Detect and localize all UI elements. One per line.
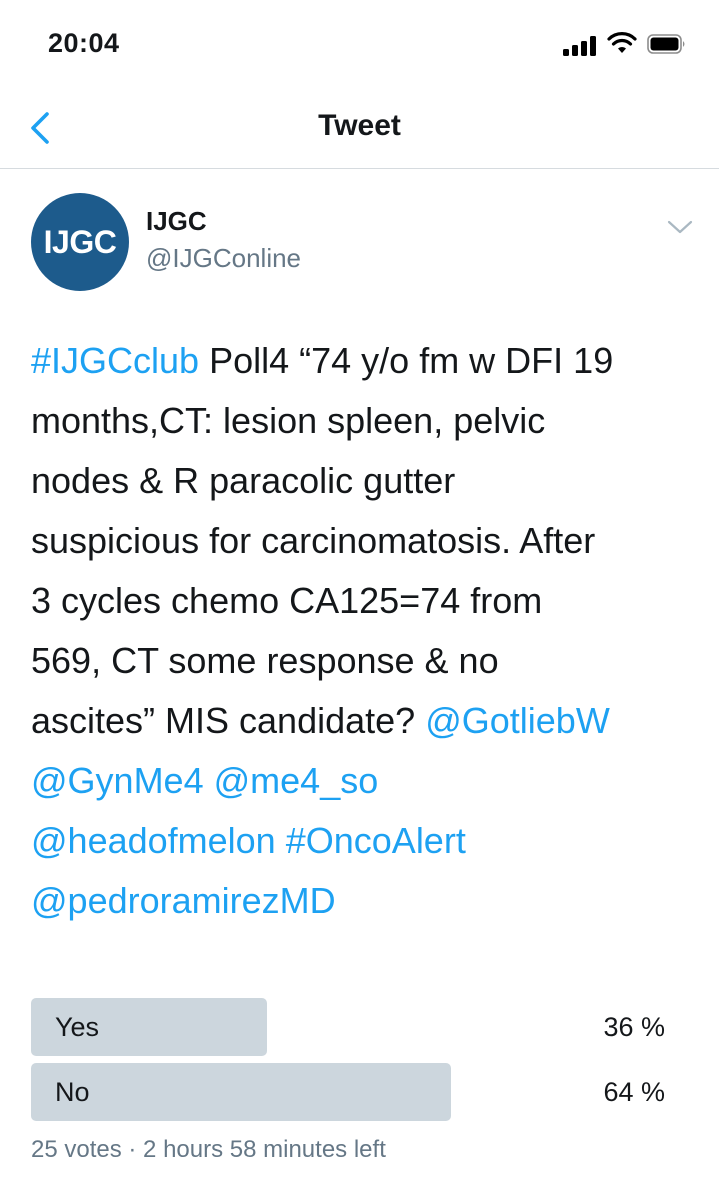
- tweet-text-line: months,CT: lesion spleen, pelvic: [31, 391, 701, 451]
- poll-option-yes: Yes 36 %: [31, 998, 686, 1056]
- tweet-text-segment: 569, CT some response & no: [31, 640, 499, 681]
- poll-option-label: Yes: [55, 1012, 100, 1042]
- status-time: 20:04: [48, 28, 120, 58]
- poll-footer: 25 votes · 2 hours 58 minutes left: [31, 1136, 386, 1163]
- mention-link[interactable]: @GotliebW: [425, 700, 610, 741]
- author-name[interactable]: IJGC: [146, 206, 207, 237]
- status-bar: 20:04: [0, 0, 719, 90]
- hashtag-link[interactable]: #IJGCclub: [31, 340, 199, 381]
- cellular-signal-icon: [563, 36, 599, 56]
- tweet-text-segment: 3 cycles chemo CA125=74 from: [31, 580, 543, 621]
- mention-link[interactable]: @pedroramirezMD: [31, 880, 336, 921]
- tweet-text-segment: months,CT: lesion spleen, pelvic: [31, 400, 546, 441]
- tweet-text-segment: nodes & R paracolic gutter: [31, 460, 456, 501]
- page-title: Tweet: [318, 109, 401, 142]
- tweet-text-line: #IJGCclub Poll4 “74 y/o fm w DFI 19: [31, 331, 701, 391]
- tweet-text-line: @pedroramirezMD: [31, 871, 701, 931]
- tweet-text-line: nodes & R paracolic gutter: [31, 451, 701, 511]
- tweet-text-line: @GynMe4 @me4_so: [31, 751, 701, 811]
- navigation-bar: Tweet: [0, 90, 719, 169]
- mention-link[interactable]: @me4_so: [214, 760, 379, 801]
- battery-icon: [647, 34, 685, 54]
- chevron-down-icon: [667, 220, 693, 234]
- poll-option-percent: 36 %: [603, 1012, 665, 1042]
- tweet-text-line: @headofmelon #OncoAlert: [31, 811, 701, 871]
- wifi-icon: [607, 32, 637, 53]
- poll-option-label: No: [55, 1077, 90, 1107]
- avatar[interactable]: IJGC: [31, 193, 129, 291]
- author-handle[interactable]: @IJGConline: [146, 243, 301, 274]
- tweet-text-line: suspicious for carcinomatosis. After: [31, 511, 701, 571]
- tweet-text-line: ascites” MIS candidate? @GotliebW: [31, 691, 701, 751]
- mention-link[interactable]: @GynMe4: [31, 760, 204, 801]
- poll-bar: [31, 1063, 451, 1121]
- tweet-menu-button[interactable]: [662, 212, 698, 242]
- tweet-text-segment: [204, 760, 214, 801]
- hashtag-link[interactable]: #OncoAlert: [286, 820, 466, 861]
- tweet-text-segment: ascites” MIS candidate?: [31, 700, 426, 741]
- tweet-text-segment: suspicious for carcinomatosis. After: [31, 520, 596, 561]
- poll-option-percent: 64 %: [603, 1077, 665, 1107]
- tweet-text-segment: Poll4 “74 y/o fm w DFI 19: [199, 340, 614, 381]
- tweet-text-line: 569, CT some response & no: [31, 631, 701, 691]
- mention-link[interactable]: @headofmelon: [31, 820, 276, 861]
- poll-option-no: No 64 %: [31, 1063, 686, 1121]
- tweet-text-segment: [276, 820, 286, 861]
- avatar-logo-text: IJGC: [43, 223, 117, 260]
- tweet-text: #IJGCclub Poll4 “74 y/o fm w DFI 19 month…: [31, 331, 701, 931]
- tweet-text-line: 3 cycles chemo CA125=74 from: [31, 571, 701, 631]
